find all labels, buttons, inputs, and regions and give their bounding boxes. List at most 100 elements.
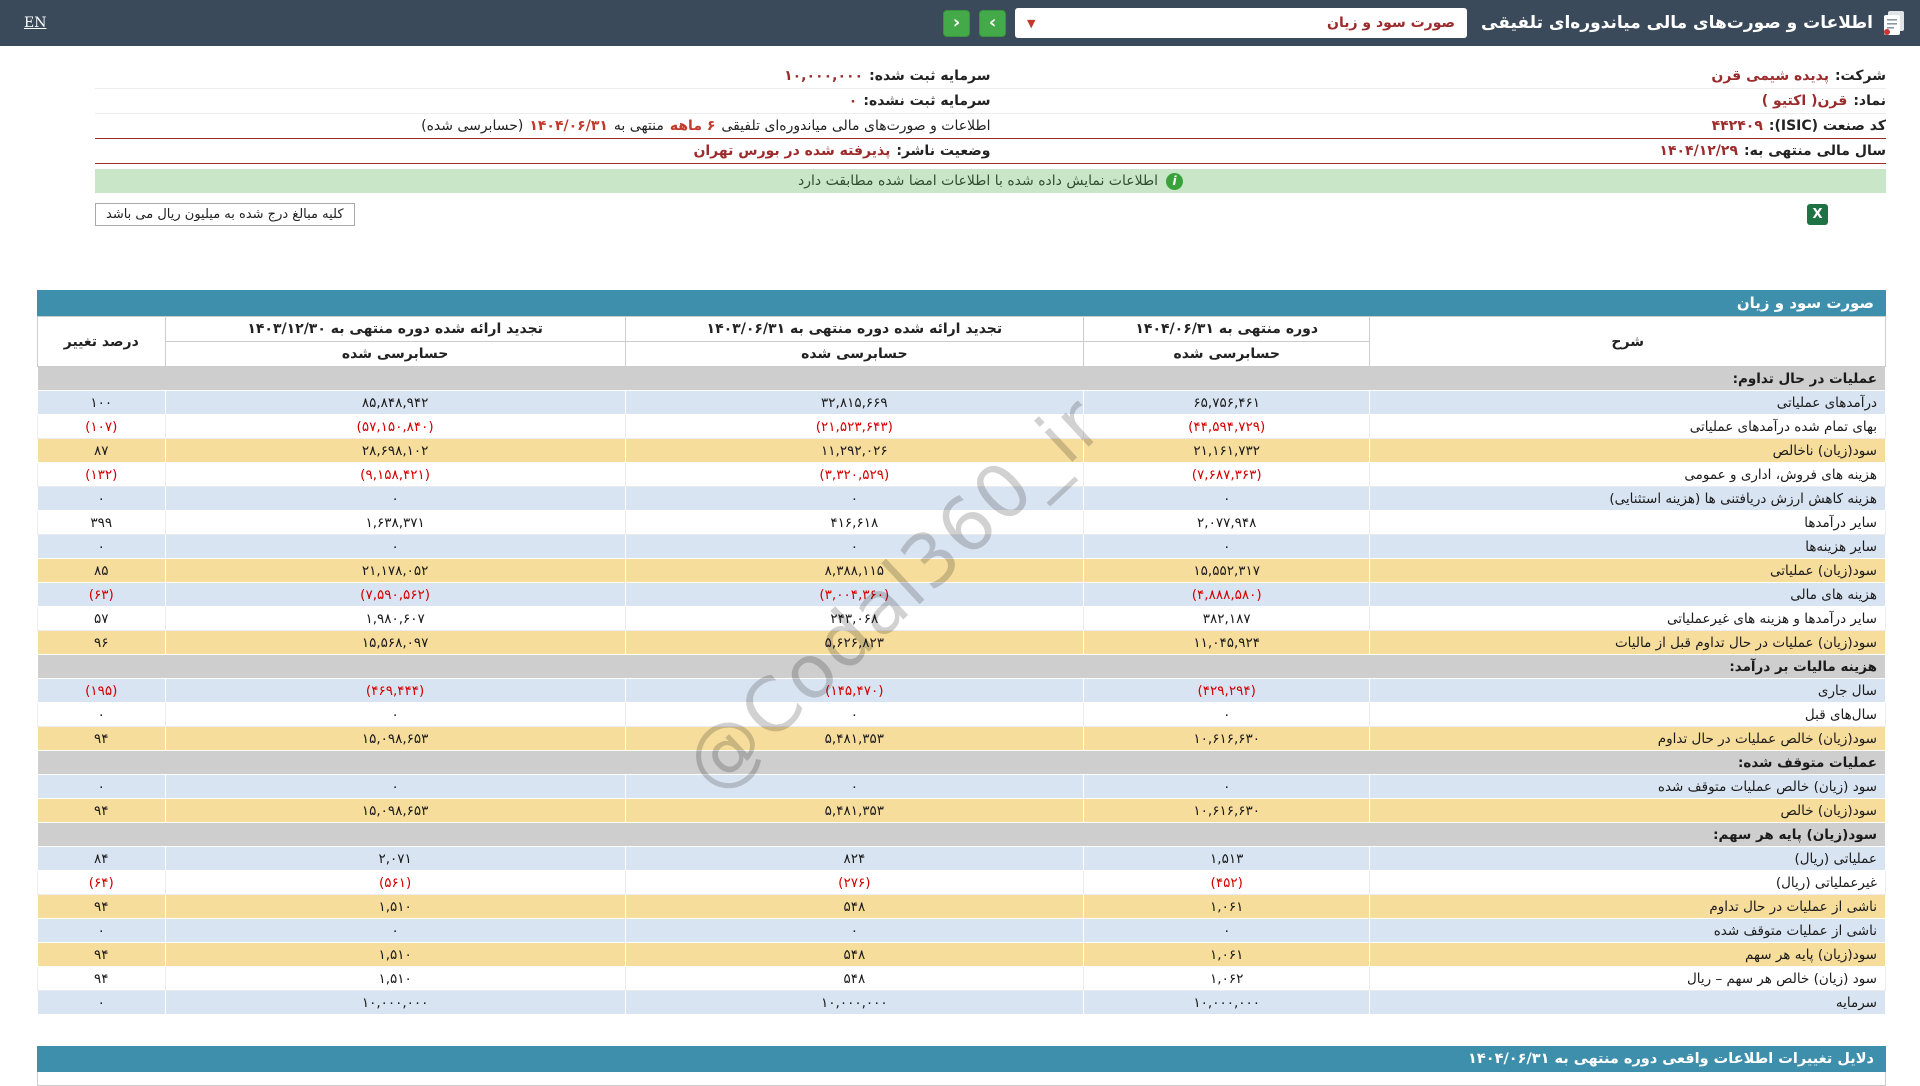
cell-restated-halfyear: ۵,۴۸۱,۳۵۳	[625, 727, 1083, 751]
period-end-date: ۱۴۰۴/۰۶/۳۱	[529, 118, 608, 134]
field-value: ۱۴۰۴/۱۲/۲۹	[1659, 143, 1738, 159]
prev-statement-button[interactable]: ‹	[943, 10, 970, 37]
cell-change-pct: ۹۴	[38, 943, 166, 967]
cell-change-pct: (۱۳۲)	[38, 463, 166, 487]
table-row: هزینه کاهش ارزش دریافتنی ها (هزینه استثن…	[38, 487, 1886, 511]
signature-match-notice: i اطلاعات نمایش داده شده با اطلاعات امضا…	[95, 169, 1886, 193]
section-label: هزینه مالیات بر درآمد:	[38, 655, 1886, 679]
row-label: سود(زیان) خالص	[1370, 799, 1886, 823]
cell-current-period: ۳۸۲,۱۸۷	[1083, 607, 1369, 631]
table-row: ناشی از عملیات متوقف شده۰۰۰۰	[38, 919, 1886, 943]
cell-restated-year: ۲۱,۱۷۸,۰۵۲	[165, 559, 625, 583]
cell-restated-halfyear: ۵۴۸	[625, 967, 1083, 991]
cell-restated-halfyear: (۲۱,۵۲۳,۶۴۳)	[625, 415, 1083, 439]
cell-change-pct: ۹۴	[38, 967, 166, 991]
unregistered-capital-field: سرمایه ثبت نشده: ۰	[95, 93, 991, 109]
language-toggle[interactable]: EN	[24, 15, 46, 31]
col-header-current-period: دوره منتهی به ۱۴۰۴/۰۶/۳۱	[1083, 317, 1369, 342]
company-name-field: شرکت: پدیده شیمی قرن	[991, 68, 1887, 84]
isic-code-field: کد صنعت (ISIC): ۴۴۲۴۰۹	[991, 118, 1887, 134]
pl-table-body: عملیات در حال تداوم:درآمدهای عملیاتی۶۵,۷…	[38, 367, 1886, 1015]
table-row: سال‌های قبل۰۰۰۰	[38, 703, 1886, 727]
cell-change-pct: ۵۷	[38, 607, 166, 631]
table-header-row: شرح دوره منتهی به ۱۴۰۴/۰۶/۳۱ تجدید ارائه…	[38, 317, 1886, 342]
excel-export-icon[interactable]: X	[1807, 204, 1828, 225]
cell-restated-year: ۱,۵۱۰	[165, 967, 625, 991]
cell-restated-year: ۱۵,۵۶۸,۰۹۷	[165, 631, 625, 655]
cell-current-period: ۱,۰۶۱	[1083, 943, 1369, 967]
cell-restated-year: (۴۶۹,۴۴۴)	[165, 679, 625, 703]
cell-restated-year: (۵۶۱)	[165, 871, 625, 895]
period-text: اطلاعات و صورت‌های مالی میاندوره‌ای تلفی…	[721, 118, 990, 134]
company-info-row: کد صنعت (ISIC): ۴۴۲۴۰۹ اطلاعات و صورت‌ها…	[95, 114, 1886, 139]
row-label: سود(زیان) ناخالص	[1370, 439, 1886, 463]
cell-change-pct: ۰	[38, 919, 166, 943]
cell-restated-halfyear: ۰	[625, 487, 1083, 511]
cell-restated-year: ۱,۶۳۸,۳۷۱	[165, 511, 625, 535]
statement-select[interactable]: صورت سود و زیان ▼	[1015, 8, 1467, 38]
row-label: سود (زیان) خالص عملیات متوقف شده	[1370, 775, 1886, 799]
field-label: وضعیت ناشر:	[896, 143, 990, 159]
row-label: هزینه کاهش ارزش دریافتنی ها (هزینه استثن…	[1370, 487, 1886, 511]
cell-change-pct: ۰	[38, 487, 166, 511]
cell-restated-year: ۰	[165, 535, 625, 559]
section-row: هزینه مالیات بر درآمد:	[38, 655, 1886, 679]
row-label: سود(زیان) عملیاتی	[1370, 559, 1886, 583]
cell-current-period: ۶۵,۷۵۶,۴۶۱	[1083, 391, 1369, 415]
cell-restated-year: ۱۵,۰۹۸,۶۵۳	[165, 799, 625, 823]
cell-change-pct: ۹۴	[38, 799, 166, 823]
cell-restated-halfyear: ۸۲۴	[625, 847, 1083, 871]
field-value: قرن( اکتیو )	[1762, 93, 1848, 109]
cell-current-period: ۱۰,۶۱۶,۶۳۰	[1083, 727, 1369, 751]
row-label: سال جاری	[1370, 679, 1886, 703]
row-label: غیرعملیاتی (ریال)	[1370, 871, 1886, 895]
next-statement-button[interactable]: ›	[979, 10, 1006, 37]
cell-restated-halfyear: ۱۱,۲۹۲,۰۲۶	[625, 439, 1083, 463]
cell-restated-year: ۰	[165, 703, 625, 727]
cell-restated-year: ۰	[165, 775, 625, 799]
table-row: سود(زیان) ناخالص۲۱,۱۶۱,۷۳۲۱۱,۲۹۲,۰۲۶۲۸,۶…	[38, 439, 1886, 463]
cell-restated-year: ۸۵,۸۴۸,۹۴۲	[165, 391, 625, 415]
page-title: اطلاعات و صورت‌های مالی میاندوره‌ای تلفی…	[1481, 13, 1873, 33]
period-length: ۶ ماهه	[670, 118, 716, 134]
field-label: سال مالی منتهی به:	[1744, 143, 1886, 159]
table-row: غیرعملیاتی (ریال)(۴۵۲)(۲۷۶)(۵۶۱)(۶۴)	[38, 871, 1886, 895]
field-value: ۰	[849, 93, 858, 109]
table-row: سال جاری(۴۲۹,۲۹۴)(۱۴۵,۴۷۰)(۴۶۹,۴۴۴)(۱۹۵)	[38, 679, 1886, 703]
cell-current-period: ۱۰,۰۰۰,۰۰۰	[1083, 991, 1369, 1015]
cell-restated-year: (۷,۵۹۰,۵۶۲)	[165, 583, 625, 607]
table-row: سود(زیان) عملیات در حال تداوم قبل از مال…	[38, 631, 1886, 655]
col-header-restated-halfyear: تجدید ارائه شده دوره منتهی به ۱۴۰۳/۰۶/۳۱	[625, 317, 1083, 342]
cell-restated-halfyear: (۱۴۵,۴۷۰)	[625, 679, 1083, 703]
cell-change-pct: ۸۷	[38, 439, 166, 463]
section-label: عملیات در حال تداوم:	[38, 367, 1886, 391]
cell-restated-halfyear: ۰	[625, 919, 1083, 943]
cell-current-period: (۴,۸۸۸,۵۸۰)	[1083, 583, 1369, 607]
company-info-row: شرکت: پدیده شیمی قرن سرمایه ثبت شده: ۱۰,…	[95, 64, 1886, 89]
cell-restated-halfyear: ۰	[625, 703, 1083, 727]
cell-current-period: ۱۱,۰۴۵,۹۲۴	[1083, 631, 1369, 655]
registered-capital-field: سرمایه ثبت شده: ۱۰,۰۰۰,۰۰۰	[95, 68, 991, 84]
row-label: درآمدهای عملیاتی	[1370, 391, 1886, 415]
symbol-field: نماد: قرن( اکتیو )	[991, 93, 1887, 109]
table-title: صورت سود و زیان	[37, 290, 1886, 316]
row-label: سود(زیان) خالص عملیات در حال تداوم	[1370, 727, 1886, 751]
topbar: اطلاعات و صورت‌های مالی میاندوره‌ای تلفی…	[0, 0, 1920, 46]
cell-restated-halfyear: ۵,۴۸۱,۳۵۳	[625, 799, 1083, 823]
fiscal-year-field: سال مالی منتهی به: ۱۴۰۴/۱۲/۲۹	[991, 143, 1887, 159]
cell-restated-year: ۰	[165, 487, 625, 511]
table-row: سرمایه۱۰,۰۰۰,۰۰۰۱۰,۰۰۰,۰۰۰۱۰,۰۰۰,۰۰۰۰	[38, 991, 1886, 1015]
field-label: کد صنعت (ISIC):	[1769, 118, 1886, 134]
statements-icon	[1882, 10, 1906, 36]
units-row: کلیه مبالغ درج شده به میلیون ریال می باش…	[95, 203, 1886, 226]
table-row: هزینه های مالی(۴,۸۸۸,۵۸۰)(۳,۰۰۴,۳۶۰)(۷,۵…	[38, 583, 1886, 607]
cell-restated-halfyear: ۴۱۶,۶۱۸	[625, 511, 1083, 535]
field-value: پدیده شیمی قرن	[1711, 68, 1829, 84]
cell-restated-year: ۱۰,۰۰۰,۰۰۰	[165, 991, 625, 1015]
changes-reasons-body	[37, 1072, 1886, 1086]
field-value: ۱۰,۰۰۰,۰۰۰	[784, 68, 863, 84]
profit-loss-table: شرح دوره منتهی به ۱۴۰۴/۰۶/۳۱ تجدید ارائه…	[37, 316, 1886, 1015]
table-row: سایر درآمدها۲,۰۷۷,۹۴۸۴۱۶,۶۱۸۱,۶۳۸,۳۷۱۳۹۹	[38, 511, 1886, 535]
row-label: سود(زیان) عملیات در حال تداوم قبل از مال…	[1370, 631, 1886, 655]
table-row: سود (زیان) خالص عملیات متوقف شده۰۰۰۰	[38, 775, 1886, 799]
